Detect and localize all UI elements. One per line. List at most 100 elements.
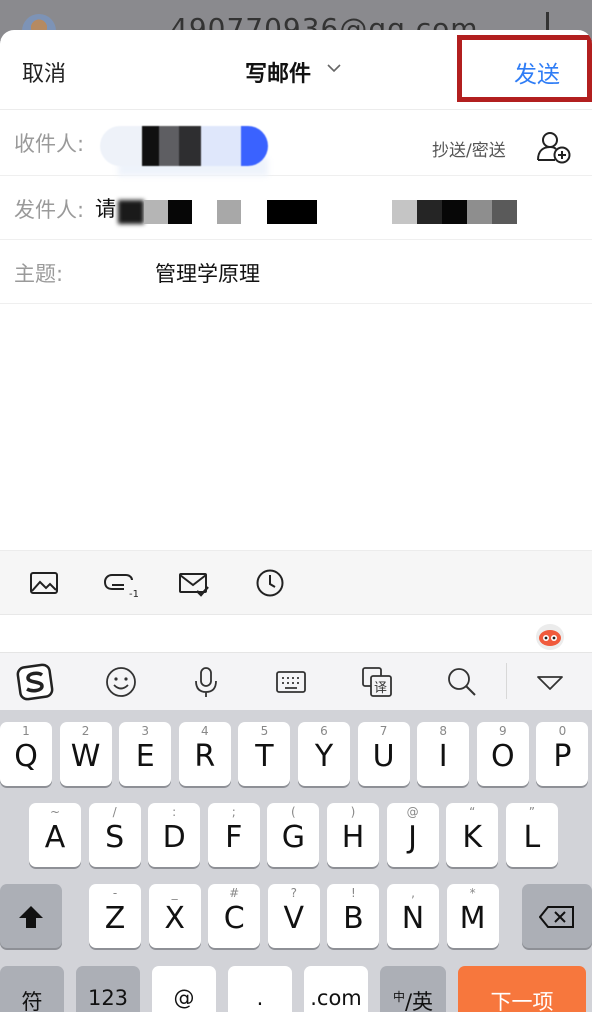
dot-key[interactable]: .: [228, 966, 292, 1012]
lang-en-label: /英: [404, 990, 434, 1012]
page-title[interactable]: 写邮件: [245, 56, 311, 88]
key-l[interactable]: ” L: [505, 803, 558, 867]
key-secondary-label: (: [291, 805, 296, 819]
svg-text:-1: -1: [129, 589, 138, 599]
key-label: S: [105, 820, 125, 855]
symbols-key[interactable]: 符: [0, 966, 64, 1012]
key-label: J: [408, 820, 418, 855]
key-w[interactable]: 2W: [59, 722, 112, 786]
key-label: K: [462, 820, 483, 855]
key-label: A: [44, 820, 66, 855]
key-h[interactable]: ) H: [327, 803, 379, 867]
numbers-key[interactable]: 123: [76, 966, 140, 1012]
key-label: T: [255, 739, 274, 774]
key-i[interactable]: 8I: [417, 722, 470, 786]
key-secondary-label: 3: [141, 724, 149, 738]
key-u[interactable]: 7U: [357, 722, 410, 786]
keyboard-keys: 1Q2W3E4R5T6Y7U8I9O0P ~ A / S: D; F(G) H @ J “K” L …: [0, 710, 592, 1012]
keyboard-candidate-strip: [0, 614, 592, 652]
translate-icon[interactable]: 译: [360, 665, 394, 699]
from-field[interactable]: 发件人: 请: [0, 176, 592, 240]
key-label: I: [438, 739, 448, 774]
key-secondary-label: _: [171, 886, 178, 900]
key-j[interactable]: @ J: [386, 803, 439, 867]
to-field[interactable]: 收件人: 抄送/密送: [0, 110, 592, 176]
key-z[interactable]: -Z: [89, 884, 141, 948]
dot-key-label: .: [256, 986, 264, 1010]
subject-field[interactable]: 主题: 管理学原理: [0, 240, 592, 304]
key-label: B: [343, 901, 364, 936]
key-secondary-label: 1: [22, 724, 30, 738]
compose-sheet: 取消 写邮件 发送 收件人: 抄送/密送 发件人: 请 主题: 管理学原理: [0, 30, 592, 550]
key-r[interactable]: 4R: [178, 722, 231, 786]
to-label: 收件人:: [14, 132, 85, 156]
from-value: 请: [95, 197, 116, 221]
next-field-key[interactable]: 下一项: [458, 966, 586, 1012]
key-v[interactable]: ? V: [267, 884, 320, 948]
redaction-block: [144, 200, 168, 224]
divider: [506, 663, 507, 699]
at-key[interactable]: @: [152, 966, 216, 1012]
key-x[interactable]: _ X: [148, 884, 201, 948]
key-secondary-label: #: [229, 886, 240, 900]
redaction-block: [442, 200, 467, 224]
key-g[interactable]: (G: [267, 803, 320, 867]
key-o[interactable]: 9O: [476, 722, 529, 786]
chevron-down-icon[interactable]: [326, 60, 342, 76]
key-c[interactable]: # C: [208, 884, 261, 948]
key-s[interactable]: / S: [88, 803, 141, 867]
key-m[interactable]: * M: [446, 884, 499, 948]
emoji-icon[interactable]: [104, 665, 138, 699]
key-label: Z: [104, 901, 126, 936]
mail-check-icon[interactable]: [178, 567, 210, 599]
key-secondary-label: 8: [439, 724, 447, 738]
subject-value: 管理学原理: [155, 262, 260, 286]
compose-toolbar: -1: [0, 550, 592, 614]
shift-key[interactable]: [0, 884, 62, 948]
subject-redaction: [78, 258, 158, 286]
key-y[interactable]: 6Y: [298, 722, 350, 786]
key-label: R: [194, 739, 216, 774]
key-e[interactable]: 3E: [119, 722, 172, 786]
backspace-key[interactable]: [522, 884, 592, 948]
cc-bcc-button[interactable]: 抄送/密送: [432, 136, 506, 161]
key-secondary-label: /: [112, 805, 117, 819]
redaction-block: [168, 200, 192, 224]
language-switch-key[interactable]: 中/英: [380, 966, 446, 1012]
key-secondary-label: 0: [558, 724, 567, 738]
key-secondary-label: 9: [498, 724, 507, 738]
key-secondary-label: “: [469, 805, 476, 819]
mascot-icon[interactable]: [534, 621, 566, 651]
image-icon[interactable]: [28, 567, 60, 599]
key-label: X: [164, 901, 185, 936]
svg-text:译: 译: [374, 681, 387, 696]
attachment-icon[interactable]: -1: [102, 567, 138, 599]
keyboard-icon[interactable]: [274, 665, 308, 699]
key-t[interactable]: 5T: [238, 722, 291, 786]
key-k[interactable]: “K: [446, 803, 499, 867]
compose-nav-bar: 取消 写邮件 发送: [0, 30, 592, 110]
recipient-chip[interactable]: [100, 126, 268, 166]
add-contact-icon[interactable]: [536, 130, 572, 164]
key-q[interactable]: 1Q: [0, 722, 52, 786]
key-d[interactable]: :D: [148, 803, 201, 867]
microphone-icon[interactable]: [189, 665, 223, 699]
key-label: G: [281, 820, 306, 855]
sogou-logo-icon[interactable]: [16, 663, 54, 701]
key-b[interactable]: ! B: [327, 884, 380, 948]
collapse-keyboard-icon[interactable]: [533, 665, 567, 699]
search-icon[interactable]: [445, 665, 479, 699]
key-label: E: [135, 739, 155, 774]
key-a[interactable]: ~ A: [29, 803, 81, 867]
keyboard-function-bar: 译: [0, 652, 592, 710]
cancel-button[interactable]: 取消: [22, 56, 66, 88]
key-p[interactable]: 0P: [536, 722, 589, 786]
clock-icon[interactable]: [254, 567, 286, 599]
key-label: N: [401, 901, 425, 936]
key-n[interactable]: ,N: [387, 884, 439, 948]
key-secondary-label: -: [112, 886, 118, 900]
subject-label: 主题:: [14, 262, 64, 286]
key-f[interactable]: ; F: [207, 803, 260, 867]
more-icon: [546, 12, 549, 32]
dotcom-key[interactable]: .com: [304, 966, 368, 1012]
